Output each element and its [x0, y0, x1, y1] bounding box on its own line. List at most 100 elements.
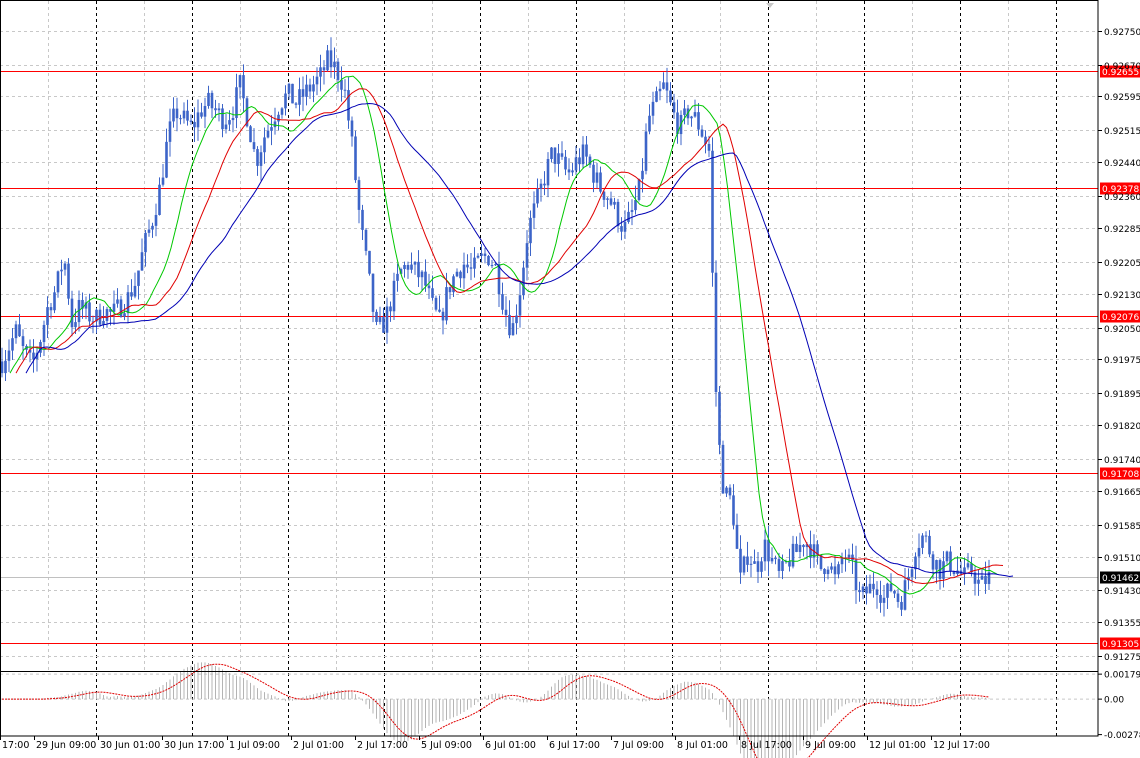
candle-body — [945, 551, 949, 562]
candle-body — [147, 229, 151, 233]
candle-body — [739, 548, 742, 573]
candle-body — [781, 561, 784, 571]
candle-body — [60, 269, 63, 272]
candle-body — [214, 108, 217, 111]
candle-body — [480, 253, 483, 256]
candle-body — [455, 271, 459, 277]
candle-body — [777, 559, 781, 571]
candle-body — [263, 137, 266, 153]
candle-body — [847, 554, 851, 558]
indicator-tick-label: -0.00278 — [1104, 731, 1140, 741]
candle-body — [18, 324, 21, 337]
candle-body — [112, 303, 116, 312]
candle-body — [46, 307, 49, 325]
price-chart[interactable]: 0.926550.923780.920760.917080.913050.914… — [0, 0, 1140, 758]
candle-body — [42, 324, 46, 343]
candle-body — [385, 306, 389, 333]
candle-body — [655, 91, 658, 102]
candle-body — [585, 144, 588, 157]
candle-body — [154, 214, 158, 226]
candle-body — [644, 131, 648, 171]
current-price-label: 0.91462 — [1102, 574, 1139, 584]
candle-body — [900, 601, 903, 610]
candle-body — [795, 543, 798, 552]
candle-body — [438, 309, 441, 312]
candle-body — [378, 317, 382, 322]
candle-body — [427, 285, 431, 289]
candle-body — [102, 320, 105, 325]
candle-body — [326, 50, 329, 71]
candle-body — [32, 352, 35, 360]
candle-body — [403, 264, 406, 270]
candle-body — [984, 575, 987, 585]
candle-body — [238, 75, 242, 88]
candle-body — [581, 144, 585, 165]
candle-body — [74, 322, 77, 328]
candle-body — [861, 586, 865, 593]
indicator-axis: 0.001796 0.00 -0.00278 — [1098, 671, 1140, 741]
y-tick-label: 0.92130 — [1104, 291, 1140, 301]
candle-body — [665, 82, 669, 91]
candle-body — [413, 261, 417, 265]
candle-body — [690, 116, 693, 119]
candle-body — [473, 257, 476, 269]
candle-body — [196, 112, 200, 128]
candle-body — [21, 336, 25, 347]
candle-body — [459, 271, 462, 279]
candle-body — [616, 201, 620, 227]
candle-body — [770, 557, 774, 562]
candle-body — [431, 288, 434, 298]
candle-body — [921, 535, 924, 548]
x-tick-label: 7 Jul 09:00 — [613, 740, 664, 751]
candle-body — [851, 554, 854, 561]
candle-body — [144, 232, 147, 253]
candle-body — [410, 264, 413, 270]
x-tick-label: 6 Jul 01:00 — [485, 740, 536, 751]
candle-body — [826, 569, 830, 575]
candle-body — [774, 557, 777, 560]
candle-body — [735, 524, 739, 549]
candle-body — [546, 159, 550, 186]
candle-body — [613, 201, 616, 205]
candle-body — [721, 444, 725, 494]
time-axis: 17:00 29 Jun 09:00 30 Jun 01:00 30 Jun 17:0… — [0, 736, 990, 751]
candle-body — [392, 280, 396, 312]
candle-body — [830, 566, 833, 570]
candle-body — [133, 285, 137, 297]
candle-body — [935, 560, 938, 570]
horizontal-levels[interactable]: 0.926550.923780.920760.917080.913050.914… — [0, 65, 1140, 651]
candle-body — [462, 264, 466, 279]
y-tick-label: 0.92440 — [1104, 159, 1140, 169]
candle-body — [791, 543, 795, 567]
indicator-tick-label: 0.001796 — [1104, 671, 1140, 681]
candle-body — [368, 250, 371, 274]
candle-body — [658, 88, 662, 92]
level-label: 0.91708 — [1102, 470, 1139, 480]
candle-body — [168, 121, 172, 142]
candle-body — [182, 110, 186, 119]
candle-body — [53, 292, 56, 311]
y-tick-label: 0.92360 — [1104, 193, 1140, 203]
x-tick-label: 8 Jul 01:00 — [677, 740, 728, 751]
candle-body — [350, 120, 354, 137]
candle-body — [592, 164, 595, 183]
candle-body — [382, 317, 385, 333]
y-tick-label: 0.92595 — [1104, 93, 1140, 103]
candle-body — [865, 586, 868, 594]
candle-body — [256, 149, 259, 166]
candle-body — [70, 298, 74, 328]
x-tick-label: 12 Jul 01:00 — [869, 740, 926, 751]
candle-body — [718, 392, 721, 445]
candle-body — [329, 50, 333, 68]
candle-body — [522, 267, 525, 296]
candle-body — [441, 311, 445, 321]
candle-body — [490, 265, 494, 267]
candle-body — [928, 535, 931, 555]
candle-body — [889, 583, 893, 591]
candle-body — [977, 579, 980, 584]
candle-body — [896, 593, 900, 602]
candle-body — [501, 294, 504, 310]
candle-body — [529, 217, 532, 244]
candle-body — [742, 556, 746, 573]
candle-body — [371, 273, 375, 312]
